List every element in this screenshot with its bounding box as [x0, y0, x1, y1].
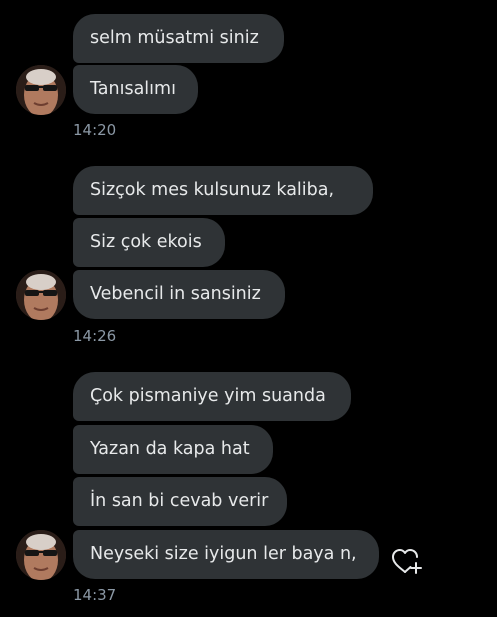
message-bubble[interactable]: Siz çok ekois: [73, 218, 225, 267]
message-text: Siz çok ekois: [90, 232, 202, 252]
user-avatar[interactable]: [16, 270, 66, 320]
message-group-3: Çok pismaniye yim suanda Yazan da kapa h…: [0, 350, 497, 617]
message-text: Neyseki size iyigun ler baya n,: [90, 544, 357, 564]
message-text: Tanısalımı: [90, 79, 176, 99]
message-group-2: Sizçok mes kulsunuz kaliba, Siz çok ekoi…: [0, 145, 497, 350]
message-bubble[interactable]: Yazan da kapa hat: [73, 425, 273, 474]
heart-plus-icon[interactable]: [390, 547, 424, 577]
message-bubble[interactable]: Sizçok mes kulsunuz kaliba,: [73, 166, 373, 215]
message-text: selm müsatmi siniz: [90, 28, 259, 48]
user-avatar[interactable]: [16, 530, 66, 580]
message-text: Sizçok mes kulsunuz kaliba,: [90, 180, 335, 200]
message-timestamp: 14:37: [73, 586, 117, 604]
message-bubble[interactable]: Çok pismaniye yim suanda: [73, 372, 351, 421]
message-text: Yazan da kapa hat: [90, 439, 250, 459]
message-bubble[interactable]: Tanısalımı: [73, 65, 198, 114]
message-bubble[interactable]: selm müsatmi siniz: [73, 14, 284, 63]
user-avatar[interactable]: [16, 65, 66, 115]
message-bubble[interactable]: İn san bi cevab verir: [73, 477, 287, 526]
message-bubble[interactable]: Vebencil in sansiniz: [73, 270, 285, 319]
message-text: İn san bi cevab verir: [90, 491, 269, 511]
message-timestamp: 14:20: [73, 121, 117, 139]
message-text: Vebencil in sansiniz: [90, 284, 261, 304]
message-text: Çok pismaniye yim suanda: [90, 386, 326, 406]
message-group-1: selm müsatmi siniz Tanısalımı 14:20: [0, 0, 497, 145]
message-bubble[interactable]: Neyseki size iyigun ler baya n,: [73, 530, 379, 579]
message-timestamp: 14:26: [73, 327, 117, 345]
